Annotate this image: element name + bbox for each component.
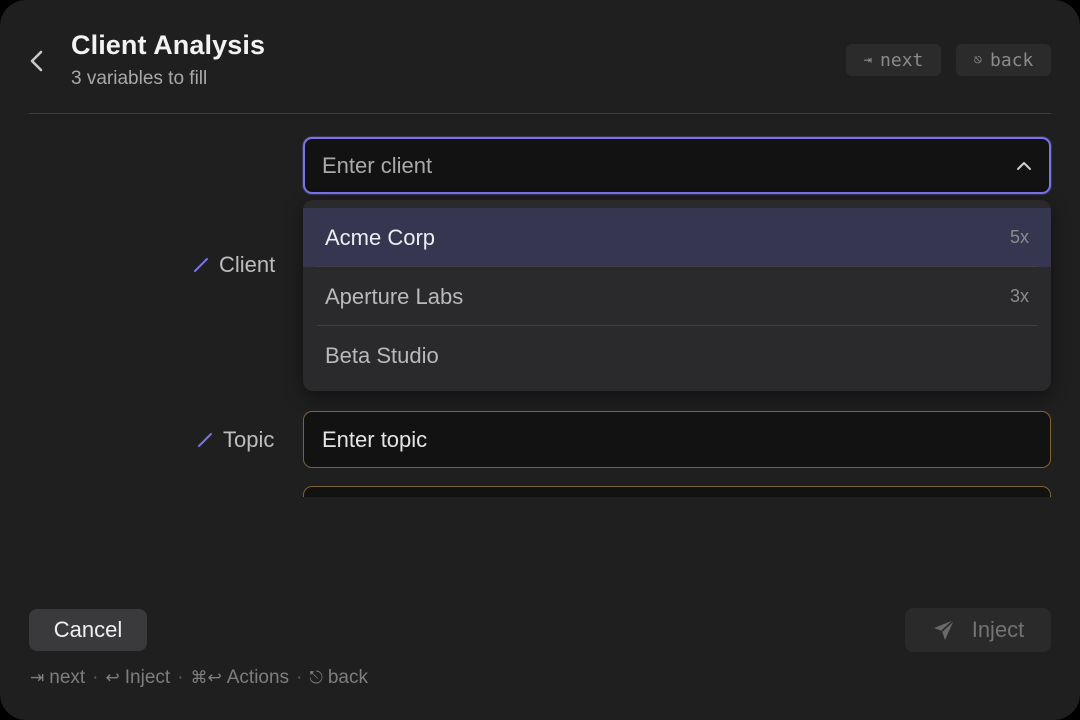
topic-input-placeholder: Enter topic bbox=[322, 426, 428, 452]
return-key-icon: ↩ bbox=[105, 668, 120, 687]
cancel-button[interactable]: Cancel bbox=[29, 609, 147, 651]
client-dropdown: Acme Corp 5x Aperture Labs 3x Beta Studi… bbox=[303, 200, 1051, 391]
chevron-up-icon[interactable] bbox=[1015, 157, 1033, 175]
next-shortcut-chip[interactable]: ⇥ next bbox=[846, 44, 941, 76]
scroll-fade bbox=[290, 497, 1070, 527]
send-icon bbox=[933, 619, 955, 640]
option-label: Beta Studio bbox=[325, 342, 439, 368]
hint-separator: · bbox=[296, 667, 303, 688]
header-divider bbox=[29, 113, 1051, 114]
back-shortcut-label: back bbox=[990, 49, 1034, 71]
dropdown-option-beta-studio[interactable]: Beta Studio bbox=[303, 326, 1051, 385]
pencil-icon bbox=[194, 258, 208, 272]
hint-text: back bbox=[327, 667, 368, 688]
option-label: Acme Corp bbox=[325, 224, 436, 250]
tab-key-icon: ⇥ bbox=[863, 52, 873, 68]
inject-button[interactable]: Inject bbox=[905, 608, 1051, 652]
topic-label-text: Topic bbox=[223, 427, 275, 452]
command-return-icon: ⌘↩ bbox=[190, 668, 222, 687]
tab-key-icon: ⇥ bbox=[30, 668, 45, 687]
back-shortcut-chip[interactable]: ⎋ back bbox=[956, 44, 1051, 76]
option-count: 3x bbox=[1009, 286, 1029, 306]
option-label: Aperture Labs bbox=[325, 283, 464, 309]
option-count: 5x bbox=[1009, 227, 1029, 247]
next-shortcut-label: next bbox=[880, 49, 924, 71]
variable-fill-dialog: Client Analysis 3 variables to fill ⇥ ne… bbox=[0, 0, 1080, 720]
client-label-text: Client bbox=[219, 252, 276, 277]
escape-key-icon: ⎋ bbox=[309, 668, 323, 687]
escape-key-icon: ⎋ bbox=[973, 52, 983, 68]
hint-separator: · bbox=[177, 667, 184, 688]
hint-text: Actions bbox=[226, 667, 290, 688]
dropdown-option-aperture-labs[interactable]: Aperture Labs 3x bbox=[303, 267, 1051, 326]
client-field-label: Client bbox=[193, 252, 275, 278]
client-input-placeholder: Enter client bbox=[322, 152, 433, 178]
topic-input[interactable]: Enter topic bbox=[303, 411, 1051, 468]
page-title: Client Analysis bbox=[71, 30, 266, 60]
client-input[interactable]: Enter client bbox=[303, 137, 1051, 194]
page-subtitle: 3 variables to fill bbox=[71, 68, 208, 89]
pencil-icon bbox=[198, 433, 212, 447]
topic-field-label: Topic bbox=[197, 427, 274, 453]
chevron-left-icon[interactable] bbox=[24, 46, 50, 76]
hint-text: next bbox=[49, 667, 86, 688]
hint-text: Inject bbox=[124, 667, 171, 688]
dropdown-option-acme-corp[interactable]: Acme Corp 5x bbox=[303, 208, 1051, 267]
hint-separator: · bbox=[92, 667, 99, 688]
inject-button-label: Inject bbox=[971, 617, 1025, 642]
keyboard-hints: ⇥ next · ↩ Inject · ⌘↩ Actions · ⎋ back bbox=[30, 667, 368, 689]
